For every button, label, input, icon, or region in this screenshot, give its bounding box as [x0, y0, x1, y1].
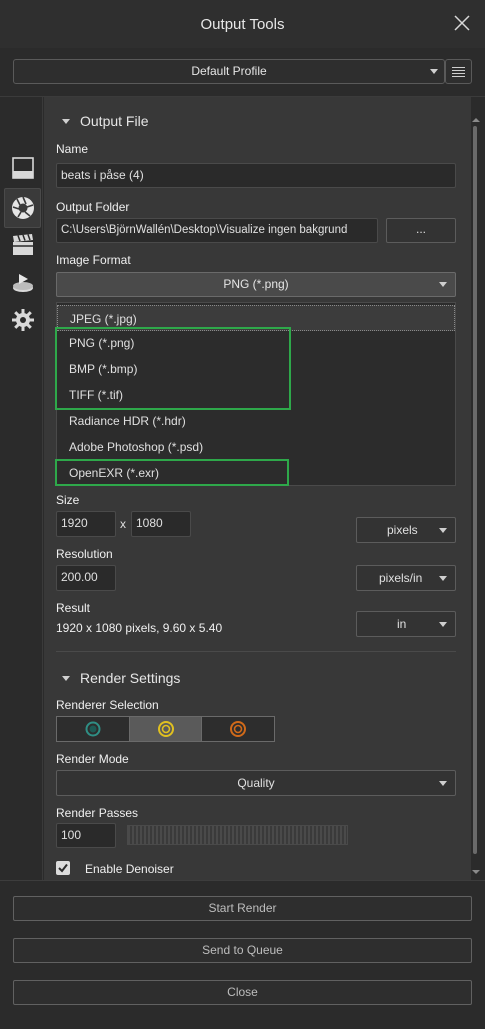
- highlight-box-png-bmp-tiff: [55, 327, 291, 410]
- resolution-unit-value: pixels/in: [379, 571, 423, 585]
- result-value: 1920 x 1080 pixels, 9.60 x 5.40: [56, 621, 223, 635]
- chevron-down-icon: [439, 576, 447, 581]
- image-format-label: Image Format: [56, 253, 131, 267]
- section-divider: [56, 651, 456, 652]
- size-separator: x: [120, 517, 126, 531]
- width-input[interactable]: 1920: [56, 511, 116, 537]
- profile-value: Default Profile: [191, 64, 267, 78]
- checkmark-icon: [58, 863, 68, 873]
- render-passes-slider[interactable]: [127, 825, 348, 845]
- collapse-icon[interactable]: [62, 119, 70, 124]
- resolution-unit-dropdown[interactable]: pixels/in: [356, 565, 456, 591]
- scroll-down-icon[interactable]: [471, 865, 481, 879]
- chevron-down-icon: [439, 622, 447, 627]
- list-icon: [452, 67, 465, 77]
- image-format-value: PNG (*.png): [223, 277, 289, 291]
- output-image-icon[interactable]: [10, 155, 38, 183]
- format-option-psd[interactable]: Adobe Photoshop (*.psd): [57, 434, 455, 460]
- window-title: Output Tools: [200, 16, 285, 33]
- renderer-option-3[interactable]: [202, 717, 274, 741]
- highlight-box-exr: [55, 459, 289, 486]
- render-passes-label: Render Passes: [56, 806, 139, 820]
- section-output-file[interactable]: Output File: [80, 113, 148, 129]
- result-label: Result: [56, 601, 91, 615]
- chevron-down-icon: [439, 282, 447, 287]
- render-mode-dropdown[interactable]: Quality: [56, 770, 456, 796]
- format-option-hdr[interactable]: Radiance HDR (*.hdr): [57, 408, 455, 434]
- resolution-input[interactable]: 200.00: [56, 565, 116, 591]
- turntable-icon[interactable]: [10, 270, 38, 298]
- close-button[interactable]: Close: [13, 980, 472, 1005]
- profile-dropdown[interactable]: Default Profile: [13, 59, 445, 84]
- close-icon[interactable]: [449, 10, 475, 36]
- scrollbar-thumb[interactable]: [473, 126, 477, 854]
- renderer-orange-icon: [230, 721, 246, 737]
- renderer-option-2[interactable]: [129, 717, 202, 741]
- resolution-label: Resolution: [56, 547, 113, 561]
- renderer-yellow-icon: [158, 721, 174, 737]
- name-input[interactable]: beats i påse (4): [56, 163, 456, 188]
- clapperboard-icon[interactable]: [10, 232, 38, 260]
- image-format-dropdown[interactable]: PNG (*.png): [56, 272, 456, 297]
- chevron-down-icon: [430, 69, 438, 74]
- size-unit-dropdown[interactable]: pixels: [356, 517, 456, 543]
- renderer-option-1[interactable]: [57, 717, 129, 741]
- start-render-button[interactable]: Start Render: [13, 896, 472, 921]
- render-mode-value: Quality: [237, 776, 275, 790]
- renderer-selection-label: Renderer Selection: [56, 698, 159, 712]
- chevron-down-icon: [439, 781, 447, 786]
- profile-menu-button[interactable]: [445, 59, 472, 84]
- section-render-settings[interactable]: Render Settings: [80, 670, 180, 686]
- scroll-up-icon[interactable]: [471, 113, 481, 127]
- size-label: Size: [56, 493, 80, 507]
- enable-denoiser-checkbox[interactable]: [56, 861, 70, 875]
- render-passes-input[interactable]: 100: [56, 823, 116, 848]
- send-to-queue-button[interactable]: Send to Queue: [13, 938, 472, 963]
- output-folder-label: Output Folder: [56, 200, 130, 214]
- size-unit-value: pixels: [387, 523, 418, 537]
- renderer-selector: [56, 716, 275, 742]
- name-label: Name: [56, 142, 89, 156]
- renderer-teal-icon: [85, 721, 101, 737]
- browse-folder-button[interactable]: ...: [386, 218, 456, 243]
- render-mode-label: Render Mode: [56, 752, 129, 766]
- height-input[interactable]: 1080: [131, 511, 191, 537]
- camera-aperture-icon[interactable]: [9, 194, 37, 222]
- result-unit-dropdown[interactable]: in: [356, 611, 456, 637]
- result-unit-value: in: [397, 617, 407, 631]
- gear-icon[interactable]: [10, 307, 38, 335]
- enable-denoiser-label: Enable Denoiser: [85, 862, 174, 876]
- collapse-icon[interactable]: [62, 676, 70, 681]
- output-folder-input[interactable]: C:\Users\BjörnWallén\Desktop\Visualize i…: [56, 218, 378, 243]
- chevron-down-icon: [439, 528, 447, 533]
